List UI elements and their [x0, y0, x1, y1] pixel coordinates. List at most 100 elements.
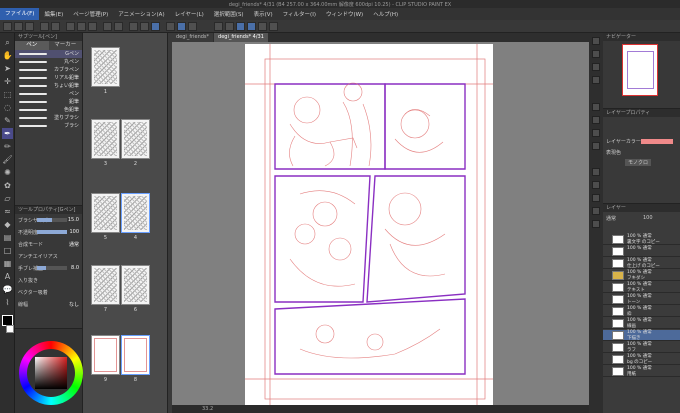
tool-5-button[interactable]: [258, 22, 267, 31]
dock-icon[interactable]: [592, 181, 600, 189]
layer-row[interactable]: 100 % 通常: [603, 246, 680, 257]
zoom-readout[interactable]: 33.2: [202, 406, 213, 412]
brush-item[interactable]: カブラペン: [15, 66, 82, 74]
layer-row[interactable]: 100 % 通常枠: [603, 306, 680, 317]
page-thumbnail[interactable]: [121, 265, 150, 305]
snap-grid-button[interactable]: [151, 22, 160, 31]
move-tool-icon[interactable]: ✋: [2, 50, 13, 61]
dock-icon[interactable]: [592, 37, 600, 45]
brush-item[interactable]: 丸ペン: [15, 58, 82, 66]
dock-icon[interactable]: [592, 116, 600, 124]
layer-row[interactable]: 100 % 通常 bg のコピー: [603, 354, 680, 365]
decoration-tool-icon[interactable]: ✿: [2, 180, 13, 191]
menu-layer[interactable]: レイヤー(L): [170, 10, 209, 18]
manga-page-canvas[interactable]: [245, 44, 493, 406]
show-ruler-button[interactable]: [166, 22, 175, 31]
page-thumbnail[interactable]: [91, 335, 120, 375]
property-slider[interactable]: [37, 230, 67, 234]
brush-item[interactable]: ちょい鉛筆: [15, 82, 82, 90]
menu-help[interactable]: ヘルプ(H): [368, 10, 403, 18]
eyedropper-tool-icon[interactable]: ✎: [2, 115, 13, 126]
snap-ruler-button[interactable]: [129, 22, 138, 31]
expression-color-select[interactable]: モノクロ: [625, 159, 652, 166]
invert-selection-button[interactable]: [114, 22, 123, 31]
figure-tool-icon[interactable]: □: [2, 245, 13, 256]
brush-item[interactable]: 塗りブラシ: [15, 114, 82, 122]
pencil-tool-icon[interactable]: ✏: [2, 141, 13, 152]
property-row[interactable]: ベクター吸着: [15, 286, 82, 298]
selection-tool-icon[interactable]: ⬚: [2, 89, 13, 100]
tool-2-button[interactable]: [225, 22, 234, 31]
page-thumbnail[interactable]: [91, 265, 120, 305]
property-row[interactable]: 入り抜き: [15, 274, 82, 286]
balloon-tool-icon[interactable]: 💬: [2, 284, 13, 295]
dock-icon[interactable]: [592, 63, 600, 71]
page-thumbnail[interactable]: [121, 193, 150, 233]
menu-animation[interactable]: アニメーション(A): [113, 10, 169, 18]
fill-button[interactable]: [77, 22, 86, 31]
dock-icon[interactable]: [592, 194, 600, 202]
page-thumbnail[interactable]: [91, 119, 120, 159]
pen-tool-icon[interactable]: ✒: [2, 128, 13, 139]
doc-tab-active[interactable]: degi_friends* 4/31: [214, 33, 268, 42]
layer-row[interactable]: 100 % 通常 下描き: [603, 330, 680, 341]
tab-pen[interactable]: ペン: [15, 41, 49, 50]
tool-1-button[interactable]: [214, 22, 223, 31]
navigator-preview[interactable]: [622, 44, 658, 96]
layer-row[interactable]: 100 % 通常 ラフ: [603, 342, 680, 353]
show-grid-button[interactable]: [177, 22, 186, 31]
layer-row[interactable]: 100 % 通常 フキダシ: [603, 270, 680, 281]
menu-window[interactable]: ウィンドウ(W): [321, 10, 368, 18]
page-thumbnail[interactable]: [121, 335, 150, 375]
snap-special-ruler-button[interactable]: [140, 22, 149, 31]
tool-4-button[interactable]: [247, 22, 256, 31]
layer-row[interactable]: 100 % 通常 線画: [603, 318, 680, 329]
brush-item[interactable]: リアル鉛筆: [15, 74, 82, 82]
brush-item[interactable]: Gペン: [15, 50, 82, 58]
open-button[interactable]: [14, 22, 23, 31]
deselect-button[interactable]: [103, 22, 112, 31]
layer-row[interactable]: 100 % 通常 仕上げ のコピー: [603, 258, 680, 269]
transform-button[interactable]: [88, 22, 97, 31]
dock-icon[interactable]: [592, 129, 600, 137]
blend-mode-select[interactable]: 通常: [606, 215, 616, 222]
operation-tool-icon[interactable]: ➤: [2, 63, 13, 74]
tool-3-button[interactable]: [236, 22, 245, 31]
eraser-tool-icon[interactable]: ▱: [2, 193, 13, 204]
dock-icon[interactable]: [592, 103, 600, 111]
dock-icon[interactable]: [592, 207, 600, 215]
save-button[interactable]: [25, 22, 34, 31]
brush-item[interactable]: 鉛筆: [15, 98, 82, 106]
layer-opacity-value[interactable]: 100: [643, 215, 653, 221]
dock-icon[interactable]: [592, 142, 600, 150]
property-row[interactable]: ブラシサイズ 15.0: [15, 214, 82, 226]
dock-icon[interactable]: [592, 76, 600, 84]
blend-tool-icon[interactable]: ≈: [2, 206, 13, 217]
property-slider[interactable]: [37, 266, 67, 270]
lasso-tool-icon[interactable]: ◌: [2, 102, 13, 113]
doc-tab[interactable]: degi_friends*: [172, 33, 214, 42]
brush-tool-icon[interactable]: 🖌: [2, 154, 13, 165]
new-file-button[interactable]: [3, 22, 12, 31]
page-thumbnail[interactable]: [121, 119, 150, 159]
tool-6-button[interactable]: [269, 22, 278, 31]
brush-item[interactable]: ペン: [15, 90, 82, 98]
crop-frame-button[interactable]: [188, 22, 197, 31]
property-row[interactable]: アンチエイリアス: [15, 250, 82, 262]
saturation-value-square[interactable]: [35, 357, 67, 389]
brush-item[interactable]: 色鉛筆: [15, 106, 82, 114]
layer-row[interactable]: 100 % 通常 用紙: [603, 366, 680, 377]
dock-icon[interactable]: [592, 168, 600, 176]
frame-tool-icon[interactable]: ▦: [2, 258, 13, 269]
menu-file[interactable]: ファイル(F): [0, 8, 40, 20]
page-thumbnail[interactable]: [91, 47, 120, 87]
brush-item[interactable]: ブラシ: [15, 122, 82, 130]
sub-color-swatch[interactable]: [6, 325, 14, 333]
property-row[interactable]: 手ブレ補正 8.0: [15, 262, 82, 274]
menu-edit[interactable]: 編集(E): [39, 10, 68, 18]
menu-view[interactable]: 表示(V): [249, 10, 278, 18]
menu-page[interactable]: ページ管理(P): [68, 10, 113, 18]
layer-row[interactable]: 100 % 通常 裏文字 のコピー: [603, 234, 680, 245]
tab-marker[interactable]: マーカー: [48, 41, 82, 50]
property-slider[interactable]: [37, 218, 67, 222]
